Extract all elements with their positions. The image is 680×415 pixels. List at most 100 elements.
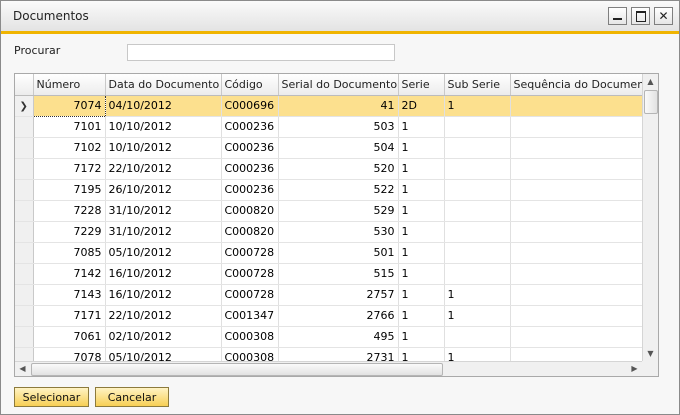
table-cell[interactable]: 2D: [398, 95, 445, 117]
table-cell[interactable]: [444, 116, 511, 138]
table-cell[interactable]: C001347: [221, 305, 279, 327]
table-cell[interactable]: C000820: [221, 200, 279, 222]
table-cell[interactable]: 7229: [33, 221, 106, 243]
table-cell[interactable]: 7061: [33, 326, 106, 348]
table-row[interactable]: 714316/10/2012C00072827571133: [15, 284, 642, 306]
column-header-numero[interactable]: Número: [33, 74, 106, 96]
table-cell[interactable]: 31/10/2012: [105, 221, 222, 243]
row-selector[interactable]: [15, 137, 34, 159]
table-cell[interactable]: 26/10/2012: [105, 179, 222, 201]
column-header-serie[interactable]: Serie: [398, 74, 445, 96]
table-cell[interactable]: 30: [510, 326, 642, 348]
table-cell[interactable]: 503: [278, 116, 399, 138]
table-cell[interactable]: 2731: [278, 347, 399, 361]
table-cell[interactable]: 1: [398, 158, 445, 180]
table-cell[interactable]: 30: [510, 137, 642, 159]
title-bar[interactable]: Documentos ✕: [1, 1, 679, 34]
row-selector[interactable]: [15, 200, 34, 222]
table-cell[interactable]: 30: [510, 242, 642, 264]
table-cell[interactable]: 1: [444, 347, 511, 361]
table-cell[interactable]: 16/10/2012: [105, 263, 222, 285]
table-cell[interactable]: C000308: [221, 347, 279, 361]
table-cell[interactable]: [444, 158, 511, 180]
table-cell[interactable]: C000236: [221, 158, 279, 180]
table-row[interactable]: 710110/10/2012C0002365031 30: [15, 116, 642, 138]
table-cell[interactable]: 1: [398, 263, 445, 285]
table-row[interactable]: 722831/10/2012C0008205291 30: [15, 200, 642, 222]
table-cell[interactable]: 33: [510, 305, 642, 327]
column-header-data[interactable]: Data do Documento: [105, 74, 222, 96]
select-button[interactable]: Selecionar: [14, 387, 89, 407]
table-cell[interactable]: 30: [510, 158, 642, 180]
table-cell[interactable]: 1: [398, 305, 445, 327]
table-cell[interactable]: 30: [510, 221, 642, 243]
table-cell[interactable]: 1: [398, 200, 445, 222]
table-cell[interactable]: 33: [510, 284, 642, 306]
column-header-sequencia[interactable]: Sequência do Documento: [510, 74, 642, 96]
table-cell[interactable]: 1: [398, 137, 445, 159]
table-cell[interactable]: 30: [510, 116, 642, 138]
table-cell[interactable]: 495: [278, 326, 399, 348]
table-cell[interactable]: 7143: [33, 284, 106, 306]
row-selector[interactable]: [15, 179, 34, 201]
table-cell[interactable]: 33: [510, 347, 642, 361]
table-cell[interactable]: 501: [278, 242, 399, 264]
table-cell[interactable]: 1: [444, 305, 511, 327]
table-cell[interactable]: 1: [398, 284, 445, 306]
table-cell[interactable]: 31/10/2012: [105, 200, 222, 222]
vertical-scroll-thumb[interactable]: [644, 90, 658, 114]
table-cell[interactable]: [444, 326, 511, 348]
row-selector[interactable]: [15, 347, 34, 361]
table-cell[interactable]: 520: [278, 158, 399, 180]
table-cell[interactable]: 7142: [33, 263, 106, 285]
row-selector[interactable]: [15, 284, 34, 306]
table-cell[interactable]: [444, 179, 511, 201]
horizontal-scroll-thumb[interactable]: [31, 363, 443, 376]
table-cell[interactable]: 10/10/2012: [105, 116, 222, 138]
column-header-serial[interactable]: Serial do Documento: [278, 74, 399, 96]
row-selector[interactable]: ❯: [15, 95, 34, 117]
maximize-button[interactable]: [631, 7, 650, 25]
table-row[interactable]: 722931/10/2012C0008205301 30: [15, 221, 642, 243]
table-cell[interactable]: 1: [398, 221, 445, 243]
table-cell[interactable]: C000236: [221, 137, 279, 159]
table-cell[interactable]: 1: [398, 326, 445, 348]
table-cell[interactable]: 30: [510, 179, 642, 201]
table-cell[interactable]: 1: [398, 347, 445, 361]
table-cell[interactable]: 1: [398, 116, 445, 138]
table-cell[interactable]: 1: [398, 242, 445, 264]
table-cell[interactable]: 7171: [33, 305, 106, 327]
row-selector[interactable]: [15, 158, 34, 180]
column-header-sub-serie[interactable]: Sub Serie: [444, 74, 511, 96]
scroll-up-icon[interactable]: ▲: [643, 74, 658, 89]
table-cell[interactable]: 16/10/2012: [105, 284, 222, 306]
table-cell[interactable]: C000236: [221, 116, 279, 138]
table-cell[interactable]: 05/10/2012: [105, 347, 222, 361]
table-row[interactable]: 707805/10/2012C00030827311133: [15, 347, 642, 361]
table-row[interactable]: 706102/10/2012C0003084951 30: [15, 326, 642, 348]
table-cell[interactable]: 7074: [32, 94, 106, 117]
table-row[interactable]: ❯ 707404/10/2012C000696412D1-2: [15, 94, 642, 117]
table-row[interactable]: 717222/10/2012C0002365201 30: [15, 158, 642, 180]
table-cell[interactable]: 7101: [33, 116, 106, 138]
table-cell[interactable]: 1: [444, 284, 511, 306]
table-cell[interactable]: 7172: [33, 158, 106, 180]
table-cell[interactable]: 02/10/2012: [105, 326, 222, 348]
search-input[interactable]: [127, 44, 395, 61]
row-selector[interactable]: [15, 242, 34, 264]
table-cell[interactable]: 10/10/2012: [105, 137, 222, 159]
table-cell[interactable]: C000728: [221, 242, 279, 264]
table-cell[interactable]: 41: [278, 95, 399, 117]
table-row[interactable]: 710210/10/2012C0002365041 30: [15, 137, 642, 159]
table-cell[interactable]: C000308: [221, 326, 279, 348]
table-row[interactable]: 719526/10/2012C0002365221 30: [15, 179, 642, 201]
row-selector[interactable]: [15, 305, 34, 327]
table-cell[interactable]: 05/10/2012: [105, 242, 222, 264]
table-cell[interactable]: 2757: [278, 284, 399, 306]
table-cell[interactable]: 1: [444, 95, 511, 117]
table-cell[interactable]: 504: [278, 137, 399, 159]
scroll-right-icon[interactable]: ▶: [627, 362, 642, 376]
table-cell[interactable]: [444, 263, 511, 285]
table-cell[interactable]: 7195: [33, 179, 106, 201]
table-cell[interactable]: C000820: [221, 221, 279, 243]
